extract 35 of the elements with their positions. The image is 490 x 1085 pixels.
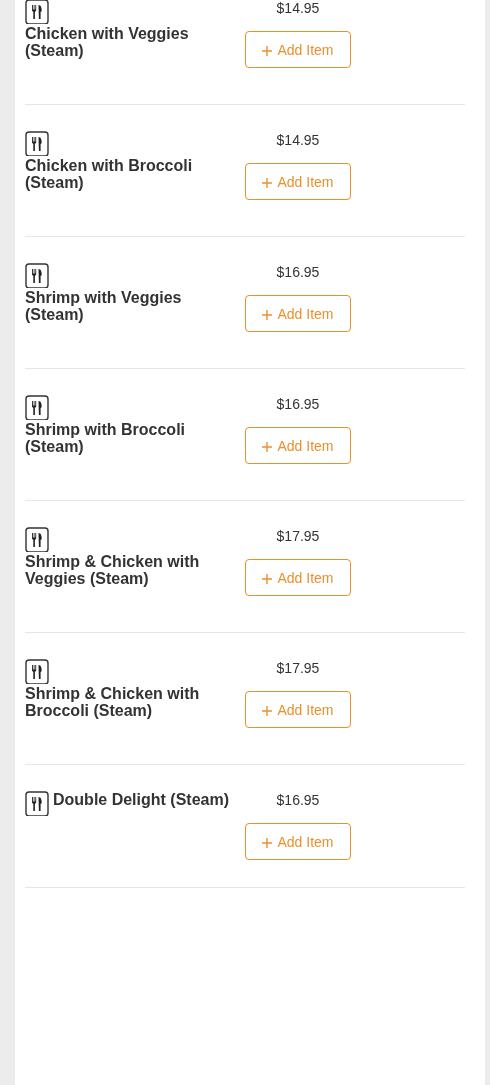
utensils-icon (25, 0, 49, 24)
add-item-button[interactable]: Add Item (245, 691, 351, 728)
item-price: $16.95 (276, 396, 320, 414)
item-name: Double Delight (Steam) (53, 791, 229, 810)
plus-icon (262, 310, 273, 320)
add-item-button[interactable]: Add Item (245, 427, 351, 464)
item-price: $16.95 (276, 264, 320, 282)
item-name: Chicken with Veggies (Steam) (25, 25, 190, 59)
utensils-icon (25, 262, 49, 288)
item-price: $14.95 (276, 132, 320, 150)
plus-icon (262, 574, 273, 584)
utensils-icon (25, 526, 49, 552)
plus-icon (262, 838, 273, 848)
utensils-icon (25, 394, 49, 420)
add-item-button[interactable]: Add Item (245, 31, 351, 68)
item-price: $14.95 (276, 0, 320, 18)
plus-icon (262, 46, 273, 56)
plus-icon (262, 706, 273, 716)
item-name: Shrimp with Veggies (Steam) (25, 289, 183, 323)
plus-icon (262, 178, 273, 188)
add-item-button[interactable]: Add Item (245, 559, 351, 596)
item-name: Chicken with Broccoli (Steam) (25, 157, 194, 191)
utensils-icon (25, 130, 49, 156)
item-name: Shrimp & Chicken with Broccoli (Steam) (25, 685, 201, 719)
item-price: $17.95 (276, 660, 320, 678)
item-price: $16.95 (276, 792, 320, 810)
add-item-button[interactable]: Add Item (245, 163, 351, 200)
add-item-button[interactable]: Add Item (245, 823, 351, 860)
plus-icon (262, 442, 273, 452)
utensils-icon (25, 790, 49, 816)
utensils-icon (25, 658, 49, 684)
item-name: Shrimp & Chicken with Veggies (Steam) (25, 553, 201, 587)
item-name: Shrimp with Broccoli (Steam) (25, 421, 186, 455)
item-price: $17.95 (276, 528, 320, 546)
add-item-button[interactable]: Add Item (245, 295, 351, 332)
